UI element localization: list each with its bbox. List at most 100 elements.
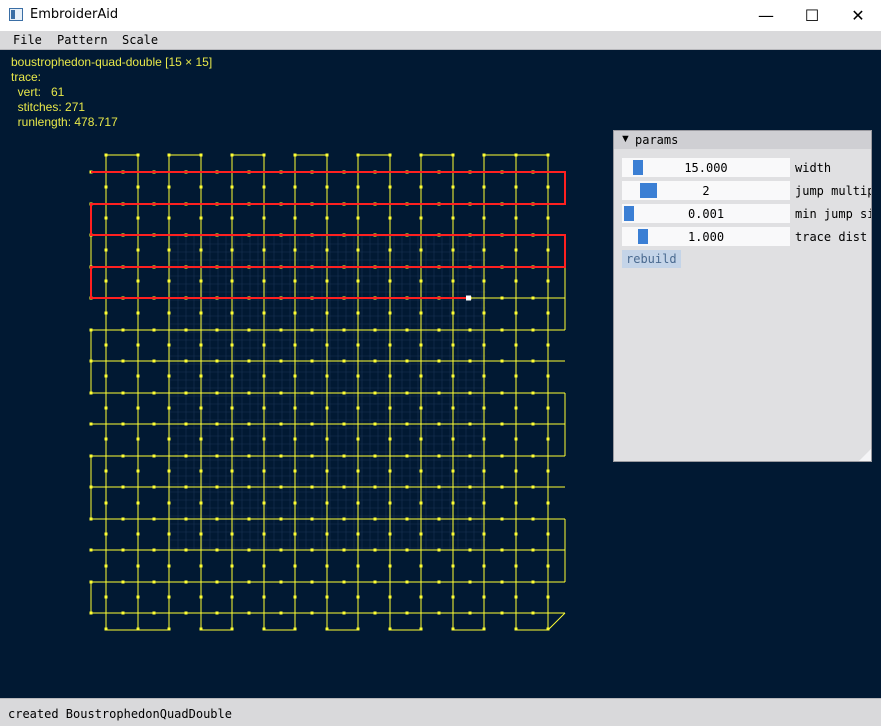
stitch-dot — [451, 406, 455, 410]
stitch-dot — [293, 343, 297, 347]
stitch-dot — [104, 469, 108, 473]
stitch-dot — [104, 627, 108, 631]
stitch-dot — [531, 454, 535, 458]
stitch-dot — [215, 485, 219, 489]
stitch-dot — [373, 359, 377, 363]
stitch-dot — [482, 406, 486, 410]
stitch-dot — [388, 437, 392, 441]
stitch-dot — [89, 328, 93, 332]
stitch-dot — [136, 185, 140, 189]
stitch-dot — [247, 485, 251, 489]
stitch-dot — [342, 328, 346, 332]
close-button[interactable]: ✕ — [835, 0, 881, 31]
stitch-dot — [451, 216, 455, 220]
slider-value-trace-dist: 1.000 — [687, 230, 725, 244]
stitch-dot — [262, 469, 266, 473]
stitch-dot — [546, 437, 550, 441]
stitch-dot — [325, 501, 329, 505]
stitch-dot — [342, 391, 346, 395]
stitch-dot — [546, 469, 550, 473]
stitch-dot — [230, 279, 234, 283]
collapse-triangle-icon[interactable]: ▼ — [620, 133, 631, 145]
stitch-dot — [388, 343, 392, 347]
close-icon: ✕ — [851, 6, 865, 25]
stitch-dot — [373, 611, 377, 615]
stitch-dot — [405, 391, 409, 395]
stitch-dot — [325, 564, 329, 568]
slider-value-min-jump-size: 0.001 — [687, 207, 725, 221]
stitch-dot — [468, 611, 472, 615]
stitch-dot — [136, 469, 140, 473]
menu-file[interactable]: File — [13, 33, 42, 47]
stitch-dot — [500, 328, 504, 332]
stitch-dot — [514, 469, 518, 473]
stitch-dot — [482, 248, 486, 252]
stitch-dot — [262, 216, 266, 220]
stitch-dot — [356, 279, 360, 283]
menu-scale[interactable]: Scale — [122, 33, 158, 47]
params-header[interactable]: ▼ params — [614, 131, 871, 149]
stitch-dot — [230, 406, 234, 410]
stitch-dot — [405, 485, 409, 489]
slider-min-jump-size[interactable]: 0.001 — [622, 204, 790, 223]
stitch-dot — [121, 485, 125, 489]
minimize-button[interactable]: — — [743, 0, 789, 31]
stitch-dot — [310, 485, 314, 489]
stitch-dot — [468, 485, 472, 489]
stitch-dot — [199, 627, 203, 631]
slider-jump-multiplier[interactable]: 2 — [622, 181, 790, 200]
stitch-dot — [104, 153, 108, 157]
stitch-dot — [373, 422, 377, 426]
stitch-dot — [136, 311, 140, 315]
stitch-dot — [342, 454, 346, 458]
maximize-button[interactable]: ☐ — [789, 0, 835, 31]
stitch-dot — [152, 359, 156, 363]
stitch-dot — [104, 406, 108, 410]
stitch-dot — [136, 595, 140, 599]
stitch-dot — [152, 454, 156, 458]
stitch-dot — [325, 248, 329, 252]
status-bar: created BoustrophedonQuadDouble — [0, 698, 881, 726]
stitch-dot — [136, 564, 140, 568]
stitch-dot — [262, 406, 266, 410]
stitch-dot — [262, 437, 266, 441]
stitch-dot — [419, 343, 423, 347]
stitch-dot — [121, 517, 125, 521]
stitch-dot — [451, 311, 455, 315]
stitch-dot — [437, 517, 441, 521]
stitch-dot — [121, 580, 125, 584]
stitch-dot — [293, 279, 297, 283]
label-width: width — [795, 161, 832, 175]
slider-trace-dist[interactable]: 1.000 — [622, 227, 790, 246]
stitch-dot — [184, 611, 188, 615]
minimize-icon: — — [758, 6, 774, 25]
stitch-dot — [136, 153, 140, 157]
rebuild-button[interactable]: rebuild — [622, 250, 681, 268]
stitch-dot — [514, 564, 518, 568]
stitch-dot — [184, 580, 188, 584]
stitch-dot — [310, 359, 314, 363]
stitch-dot — [310, 391, 314, 395]
stitch-dot — [152, 328, 156, 332]
stitch-dot — [104, 501, 108, 505]
stitch-dot — [388, 185, 392, 189]
stitch-dot — [199, 501, 203, 505]
stitch-dot — [388, 406, 392, 410]
resize-grip-icon[interactable] — [859, 449, 871, 461]
stitch-dot — [437, 454, 441, 458]
stitch-dot — [199, 469, 203, 473]
stitch-dot — [342, 359, 346, 363]
stitch-dot — [500, 454, 504, 458]
stitch-dot — [136, 279, 140, 283]
stitch-dot — [514, 374, 518, 378]
stitch-dot — [514, 343, 518, 347]
stitch-dot — [167, 185, 171, 189]
stitch-dot — [104, 595, 108, 599]
menu-pattern[interactable]: Pattern — [57, 33, 108, 47]
stitch-dot — [419, 627, 423, 631]
stitch-dot — [388, 532, 392, 536]
slider-width[interactable]: 15.000 — [622, 158, 790, 177]
pattern-canvas[interactable]: boustrophedon-quad-double [15 × 15] trac… — [0, 50, 881, 698]
stitch-dot — [279, 548, 283, 552]
stitch-dot — [342, 422, 346, 426]
